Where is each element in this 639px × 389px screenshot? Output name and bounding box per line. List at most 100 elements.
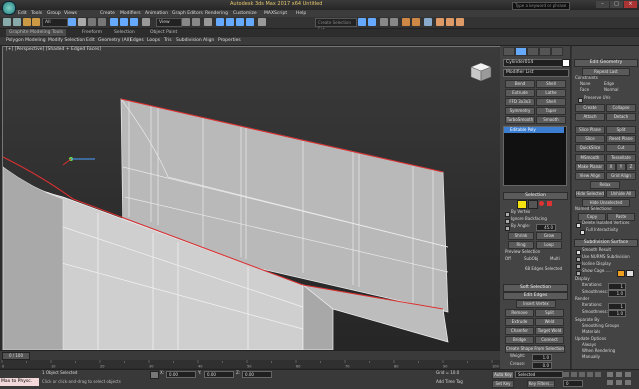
grid-align-button[interactable]: Grid Align [606,172,636,180]
align-icon[interactable] [368,18,376,26]
weight-spinner[interactable]: 1.0 [532,354,552,361]
ribbon-subdivision[interactable]: Subdivision [176,38,202,44]
split-button[interactable]: Split [535,309,564,317]
y-coordinate-field[interactable]: 0.00 [204,371,234,378]
ribbon-edges[interactable]: Edges [130,38,144,44]
by-angle-checkbox[interactable] [505,226,510,231]
slice-button[interactable]: Slice [575,135,605,143]
tab-graphite-modeling-tools[interactable]: Graphite Modeling Tools [6,29,67,36]
search-input[interactable]: Type a keyword or phrase [512,2,570,10]
crease-spinner[interactable]: 0.0 [532,362,552,369]
lock-selection-icon[interactable] [150,371,159,379]
full-interactivity-checkbox[interactable] [580,230,585,235]
viewport-label[interactable]: [+] [Perspective] [Shaded + Edged Faces] [6,47,101,52]
current-frame-field[interactable]: 0 [563,380,583,387]
insert-vertex-button[interactable]: Insert Vertex [516,300,556,308]
modifier-symmetry-button[interactable]: Symmetry [505,107,535,115]
rectangular-selection-icon[interactable] [88,18,96,26]
cage-color-swatch[interactable] [617,270,625,277]
connect-button[interactable]: Connect [535,336,564,344]
window-crossing-icon[interactable] [98,18,106,26]
modifier-shell2-button[interactable]: Shell [536,98,566,106]
tab-selection[interactable]: Selection [114,29,135,36]
modifier-turbosmooth-button[interactable]: TurboSmooth [505,116,535,124]
ribbon-properties[interactable]: Properties [218,38,241,44]
key-mode-select[interactable]: Selected [515,371,563,378]
edge-mode-icon[interactable] [528,200,538,209]
object-color-swatch[interactable] [562,59,570,67]
keyboard-shortcut-icon[interactable] [204,18,212,26]
ribbon-polygon-modeling[interactable]: Polygon Modeling [6,38,46,44]
auto-key-button[interactable]: Auto Key [492,371,514,379]
bridge-button[interactable]: Bridge [505,336,534,344]
ribbon-loops[interactable]: Loops [147,38,160,44]
display-tab-icon[interactable] [551,47,563,56]
planar-y-button[interactable]: Y [616,163,626,171]
selection-filter-select[interactable]: All [42,18,68,27]
key-filters-button[interactable]: Key Filters... [527,380,555,388]
percent-snap-icon[interactable] [236,18,244,26]
materials-checkbox[interactable]: Materials [582,329,600,335]
tessellate-button[interactable]: Tessellate [606,154,636,162]
hide-selected-button[interactable]: Hide Selected [575,190,605,198]
ribbon-edit[interactable]: Edit [86,38,95,44]
select-manipulate-icon[interactable] [192,18,200,26]
menu-animation[interactable]: Animation [145,10,168,17]
undo-icon[interactable] [3,18,11,26]
maxscript-listener[interactable]: Max to Physc. [0,378,39,386]
cage-selected-color-swatch[interactable] [626,270,634,277]
rotate-icon[interactable] [120,18,128,26]
create-shape-button[interactable]: Create Shape From Selection [505,345,565,353]
create-tab-icon[interactable] [503,47,515,56]
close-button[interactable]: × [624,1,637,8]
stack-item-editable-poly[interactable]: Editable Poly [504,127,564,133]
angle-spinner[interactable]: 45.0 [536,224,556,231]
ribbon-align[interactable]: Align [203,38,214,44]
set-key-button[interactable]: Set Key [492,380,514,388]
go-to-start-icon[interactable] [563,372,569,377]
time-slider[interactable]: 0 / 100 [0,350,500,360]
vertex-mode-icon[interactable] [517,200,527,209]
next-frame-icon[interactable] [587,372,593,377]
split-checkbox[interactable]: Split [606,126,636,134]
schematic-view-icon[interactable] [412,18,420,26]
menu-create[interactable]: Create [100,10,115,17]
menu-group[interactable]: Group [47,10,61,17]
chamfer-button[interactable]: Chamfer [505,327,534,335]
unhide-all-button[interactable]: Unhide All [606,190,636,198]
render-smoothness-spinner[interactable]: 1.0 [608,310,626,317]
place-icon[interactable] [142,18,150,26]
add-time-tag-button[interactable]: Add Time Tag [436,379,463,385]
previous-frame-icon[interactable] [571,372,577,377]
loop-button[interactable]: Loop [536,241,562,249]
modifier-ffd-button[interactable]: FFD 3x3x3 [505,98,535,106]
collapse-button[interactable]: Collapse [606,104,636,112]
pivot-icon[interactable] [182,18,190,26]
modifier-list-select[interactable]: Modifier List [503,69,569,77]
preview-multi-radio[interactable]: Multi [550,256,560,262]
modifier-taper-button[interactable]: Taper [536,107,566,115]
grow-button[interactable]: Grow [536,232,562,240]
ribbon-modify-selection[interactable]: Modify Selection [48,38,85,44]
modifier-lathe-button[interactable]: Lathe [536,89,566,97]
material-editor-icon[interactable] [424,18,432,26]
viewcube-icon[interactable] [470,62,492,82]
update-manually-radio[interactable]: Manually [582,354,600,360]
display-smoothness-spinner[interactable]: 1.0 [608,290,626,297]
render-production-icon[interactable] [456,18,464,26]
detach-button[interactable]: Detach [606,113,636,121]
soft-selection-rollout-header[interactable]: Soft Selection [503,284,568,292]
modifier-shell-button[interactable]: Shell [536,80,566,88]
layer-manager-icon[interactable] [380,18,388,26]
selection-rollout-header[interactable]: Selection [503,192,568,200]
app-logo-icon[interactable] [2,1,16,15]
planar-z-button[interactable]: Z [626,163,636,171]
maximize-button[interactable]: □ [610,1,623,8]
render-iterations-spinner[interactable]: 1 [608,303,626,310]
menu-views[interactable]: Views [64,10,77,17]
menu-help[interactable]: Help [296,10,306,17]
z-coordinate-field[interactable]: 0.00 [242,371,272,378]
preserve-uvs-checkbox[interactable] [578,98,583,103]
angle-snap-icon[interactable] [226,18,234,26]
isoline-checkbox[interactable] [576,264,581,269]
